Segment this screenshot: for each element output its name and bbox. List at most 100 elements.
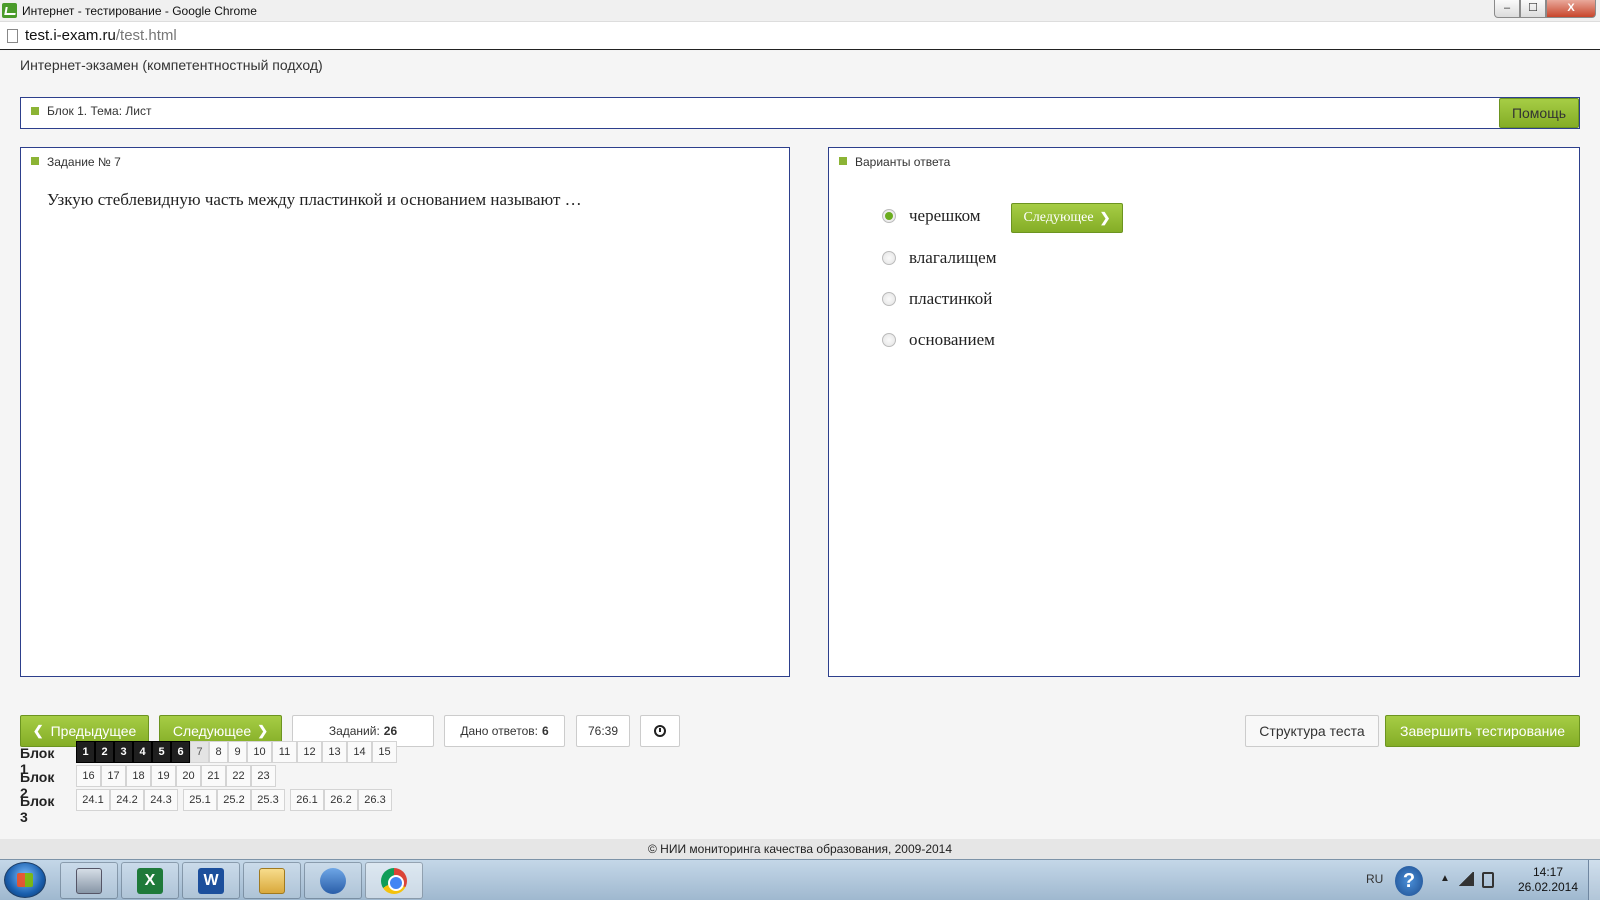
answered-value: 6 bbox=[541, 724, 549, 738]
network-icon[interactable] bbox=[1458, 872, 1474, 886]
answer-next-label: Следующее bbox=[1023, 210, 1094, 225]
task-cell[interactable]: 25.1 bbox=[183, 789, 217, 811]
task-cell[interactable]: 13 bbox=[322, 741, 347, 763]
task-cell[interactable]: 24.1 bbox=[76, 789, 110, 811]
url-host: test.i-exam.ru bbox=[25, 27, 116, 44]
block-title: Блок 1. Тема: Лист bbox=[47, 104, 152, 118]
finish-test-button[interactable]: Завершить тестирование bbox=[1385, 715, 1580, 747]
chevron-left-icon: ❮ bbox=[32, 723, 44, 738]
taskbar-calculator[interactable] bbox=[60, 862, 118, 899]
clock-icon bbox=[654, 725, 666, 737]
task-cell[interactable]: 3 bbox=[114, 741, 133, 763]
sound-icon bbox=[320, 867, 346, 894]
system-clock[interactable]: 14:17 26.02.2014 bbox=[1508, 865, 1588, 895]
panel-marker bbox=[31, 107, 39, 115]
answer-next-button[interactable]: Следующее ❯ bbox=[1011, 203, 1123, 233]
taskbar-word[interactable]: W bbox=[182, 862, 240, 899]
clock-button[interactable] bbox=[640, 715, 680, 747]
task-cell[interactable]: 21 bbox=[201, 765, 226, 787]
previous-label: Предыдущее bbox=[50, 723, 137, 739]
task-cell[interactable]: 4 bbox=[133, 741, 152, 763]
answer-text[interactable]: основанием bbox=[909, 330, 995, 350]
task-cell[interactable]: 11 bbox=[272, 741, 297, 763]
maximize-button[interactable]: ☐ bbox=[1520, 0, 1546, 18]
chevron-right-icon: ❯ bbox=[257, 723, 269, 738]
window-titlebar: Интернет - тестирование - Google Chrome … bbox=[0, 0, 1600, 22]
block-label: Блок 3 bbox=[20, 793, 55, 825]
question-number: Задание № 7 bbox=[47, 155, 121, 169]
taskbar-excel[interactable]: X bbox=[121, 862, 179, 899]
task-cell[interactable]: 25.2 bbox=[217, 789, 251, 811]
address-bar[interactable]: test.i-exam.ru/test.html bbox=[0, 22, 1600, 50]
tasks-value: 26 bbox=[383, 724, 398, 738]
task-cell[interactable]: 24.3 bbox=[144, 789, 178, 811]
task-cell[interactable]: 26.3 bbox=[358, 789, 392, 811]
task-cell[interactable]: 6 bbox=[171, 741, 190, 763]
page-title: Интернет-экзамен (компетентностный подхо… bbox=[20, 57, 323, 73]
start-button[interactable] bbox=[4, 862, 46, 898]
task-cell[interactable]: 20 bbox=[176, 765, 201, 787]
taskbar-explorer[interactable] bbox=[243, 862, 301, 899]
question-text: Узкую стеблевидную часть между пластинко… bbox=[47, 190, 582, 209]
task-cell[interactable]: 23 bbox=[251, 765, 276, 787]
task-cell[interactable]: 18 bbox=[126, 765, 151, 787]
clock-date: 26.02.2014 bbox=[1517, 880, 1579, 894]
task-cell[interactable]: 24.2 bbox=[110, 789, 144, 811]
panel-marker bbox=[839, 157, 847, 165]
answer-option-4[interactable]: основанием bbox=[882, 328, 995, 352]
task-cell[interactable]: 19 bbox=[151, 765, 176, 787]
task-cell[interactable]: 9 bbox=[228, 741, 247, 763]
task-cell[interactable]: 17 bbox=[101, 765, 126, 787]
radio-unselected[interactable] bbox=[882, 251, 896, 265]
help-button[interactable]: Помощь bbox=[1499, 98, 1579, 128]
radio-unselected[interactable] bbox=[882, 333, 896, 347]
task-cell[interactable]: 10 bbox=[247, 741, 272, 763]
test-structure-button[interactable]: Структура теста bbox=[1245, 715, 1379, 747]
minimize-button[interactable]: – bbox=[1494, 0, 1520, 18]
taskbar: X W RU ? ▲ 14:17 26.02.2014 bbox=[0, 859, 1600, 900]
answer-text[interactable]: черешком bbox=[909, 206, 981, 226]
task-cell[interactable]: 15 bbox=[372, 741, 397, 763]
clock-time: 14:17 bbox=[1532, 865, 1564, 879]
task-cell[interactable]: 8 bbox=[209, 741, 228, 763]
answer-option-2[interactable]: влагалищем bbox=[882, 246, 996, 270]
answer-text[interactable]: пластинкой bbox=[909, 289, 992, 309]
power-icon[interactable] bbox=[1482, 872, 1494, 888]
url-path: /test.html bbox=[115, 27, 177, 44]
radio-selected[interactable] bbox=[882, 209, 896, 223]
chevron-right-icon: ❯ bbox=[1099, 210, 1111, 225]
taskbar-chrome[interactable] bbox=[365, 862, 423, 899]
answers-panel: Варианты ответа черешком Следующее ❯ влаг… bbox=[828, 147, 1580, 677]
answer-option-3[interactable]: пластинкой bbox=[882, 287, 992, 311]
page-icon bbox=[7, 29, 18, 43]
language-indicator[interactable]: RU bbox=[1366, 872, 1383, 886]
page-content: Интернет-экзамен (компетентностный подхо… bbox=[0, 51, 1600, 839]
taskbar-sound[interactable] bbox=[304, 862, 362, 899]
radio-unselected[interactable] bbox=[882, 292, 896, 306]
close-button[interactable]: X bbox=[1546, 0, 1596, 18]
task-cell[interactable]: 22 bbox=[226, 765, 251, 787]
help-tray-icon[interactable]: ? bbox=[1395, 866, 1423, 896]
url-text[interactable]: test.i-exam.ru/test.html bbox=[25, 27, 177, 44]
answer-option-1[interactable]: черешком bbox=[882, 204, 981, 228]
show-desktop-button[interactable] bbox=[1588, 860, 1600, 900]
task-cell[interactable]: 16 bbox=[76, 765, 101, 787]
answered-count: Дано ответов: 6 bbox=[444, 715, 565, 747]
task-cell[interactable]: 1 bbox=[76, 741, 95, 763]
excel-icon: X bbox=[137, 867, 163, 894]
task-cell[interactable]: 5 bbox=[152, 741, 171, 763]
task-cell[interactable]: 7 bbox=[190, 741, 209, 763]
tray-expand-icon[interactable]: ▲ bbox=[1440, 873, 1450, 884]
window-title: Интернет - тестирование - Google Chrome bbox=[22, 4, 257, 18]
task-cell[interactable]: 25.3 bbox=[251, 789, 285, 811]
answer-text[interactable]: влагалищем bbox=[909, 248, 996, 268]
task-cell[interactable]: 2 bbox=[95, 741, 114, 763]
word-icon: W bbox=[198, 867, 224, 894]
task-cell[interactable]: 26.2 bbox=[324, 789, 358, 811]
next-label: Следующее bbox=[172, 723, 252, 739]
answered-label: Дано ответов: bbox=[460, 724, 538, 738]
task-cell[interactable]: 12 bbox=[297, 741, 322, 763]
task-cell[interactable]: 14 bbox=[347, 741, 372, 763]
task-cell[interactable]: 26.1 bbox=[290, 789, 324, 811]
panel-marker bbox=[31, 157, 39, 165]
